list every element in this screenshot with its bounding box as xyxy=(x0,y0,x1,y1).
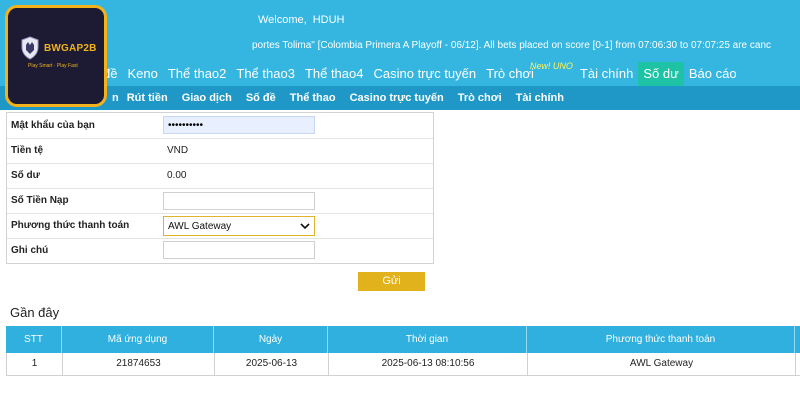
new-uno-badge: New! UNO xyxy=(529,61,573,71)
announcement-ticker[interactable]: portes Tolima" [Colombia Primera A Playo… xyxy=(252,40,800,51)
sub-navigation: n Rút tiền Giao dịch Số đề Thể thao Casi… xyxy=(0,86,800,110)
currency-row: Tiền tệ VND xyxy=(7,138,433,164)
note-label: Ghi chú xyxy=(11,245,49,256)
deposit-amount-row: Số Tiền Nạp xyxy=(7,188,433,214)
nav-item-label: Keno xyxy=(127,66,158,81)
note-field[interactable] xyxy=(163,241,315,259)
main-navigation: đề Keno Thể thao2 Thể thao3 Thể thao4 Ca… xyxy=(0,61,742,86)
nav-item-sports2[interactable]: Thể thao2 xyxy=(163,62,232,86)
nav-item-label: Số dư xyxy=(643,66,679,81)
cell-app-code: 21874653 xyxy=(63,353,215,375)
nav-item-label: Tài chính xyxy=(579,66,634,81)
column-header-payment-method: Phương thức thanh toán xyxy=(527,326,795,353)
deposit-amount-field[interactable] xyxy=(163,192,315,210)
column-header-extra xyxy=(795,326,800,353)
nav-item-label: Thể thao4 xyxy=(304,66,364,81)
nav-item-games[interactable]: Trò chơi New! UNO xyxy=(481,61,573,86)
subnav-item-withdraw[interactable]: Rút tiền xyxy=(127,92,168,104)
cell-payment-method: AWL Gateway xyxy=(528,353,796,375)
password-field[interactable] xyxy=(163,116,315,134)
welcome-text: Welcome, HDUH xyxy=(258,14,344,26)
nav-item-sports3[interactable]: Thể thao3 xyxy=(231,62,300,86)
nav-item-reports[interactable]: Báo cáo xyxy=(684,62,742,86)
logo-brand-text: BWGAP2B xyxy=(44,43,97,54)
payment-method-value: AWL Gateway xyxy=(168,220,232,232)
balance-label: Số dư xyxy=(11,170,40,181)
submit-button[interactable]: Gửi xyxy=(358,272,425,291)
logo-tagline: Play Smart · Play Fast xyxy=(28,63,78,69)
nav-item-label: Thể thao2 xyxy=(167,66,227,81)
password-row: Mật khẩu của bạn xyxy=(7,113,433,139)
payment-method-select[interactable]: AWL Gateway xyxy=(163,216,315,236)
nav-item-label: Trò chơi xyxy=(486,66,534,81)
nav-item-balance[interactable]: Số dư xyxy=(638,62,684,86)
column-header-time: Thời gian xyxy=(328,326,527,353)
currency-value: VND xyxy=(167,145,189,156)
column-header-date: Ngày xyxy=(214,326,328,353)
subnav-item-deposit[interactable]: n xyxy=(112,92,119,104)
recent-table-header: STT Mã ứng dụng Ngày Thời gian Phương th… xyxy=(6,326,800,353)
subnav-item-transactions[interactable]: Giao dịch xyxy=(182,92,232,104)
note-row: Ghi chú xyxy=(7,238,433,263)
payment-method-row: Phương thức thanh toán AWL Gateway xyxy=(7,213,433,239)
nav-item-finance[interactable]: Tài chính xyxy=(575,62,638,86)
table-row: 1 21874653 2025-06-13 2025-06-13 08:10:5… xyxy=(6,353,800,376)
nav-item-label: Casino trực tuyến xyxy=(373,66,477,81)
subnav-item-games[interactable]: Trò chơi xyxy=(458,92,502,104)
payment-method-label: Phương thức thanh toán xyxy=(11,220,130,231)
top-header: Welcome, HDUH portes Tolima" [Colombia Pr… xyxy=(0,0,800,110)
welcome-label: Welcome, xyxy=(258,14,307,26)
column-header-stt: STT xyxy=(6,326,62,353)
currency-label: Tiền tệ xyxy=(11,145,44,156)
cell-date: 2025-06-13 xyxy=(215,353,329,375)
balance-value: 0.00 xyxy=(167,170,187,181)
subnav-item-live-casino[interactable]: Casino trực tuyến xyxy=(350,92,444,104)
deposit-amount-label: Số Tiền Nạp xyxy=(11,195,69,206)
subnav-item-sports[interactable]: Thể thao xyxy=(290,92,336,104)
chevron-down-icon xyxy=(300,223,310,230)
column-header-app-code: Mã ứng dụng xyxy=(62,326,214,353)
subnav-item-finance[interactable]: Tài chính xyxy=(516,92,564,104)
cell-time: 2025-06-13 08:10:56 xyxy=(329,353,528,375)
wolf-shield-icon xyxy=(21,36,39,60)
username: HDUH xyxy=(312,14,345,26)
recent-section-title: Gần đây xyxy=(10,305,60,320)
nav-item-label: Thể thao3 xyxy=(236,66,295,81)
deposit-form: Mật khẩu của bạn Tiền tệ VND Số dư 0.00 … xyxy=(6,112,434,264)
balance-row: Số dư 0.00 xyxy=(7,163,433,189)
nav-item-keno[interactable]: Keno xyxy=(122,62,162,86)
cell-stt: 1 xyxy=(7,353,63,375)
subnav-item-lottery[interactable]: Số đề xyxy=(246,92,276,104)
site-logo[interactable]: BWGAP2B Play Smart · Play Fast xyxy=(5,5,107,107)
nav-item-label: Báo cáo xyxy=(688,66,737,81)
cell-extra xyxy=(796,353,800,375)
nav-item-sports4[interactable]: Thể thao4 xyxy=(300,62,369,86)
password-label: Mật khẩu của bạn xyxy=(11,120,95,131)
nav-item-live-casino[interactable]: Casino trực tuyến xyxy=(368,62,481,86)
